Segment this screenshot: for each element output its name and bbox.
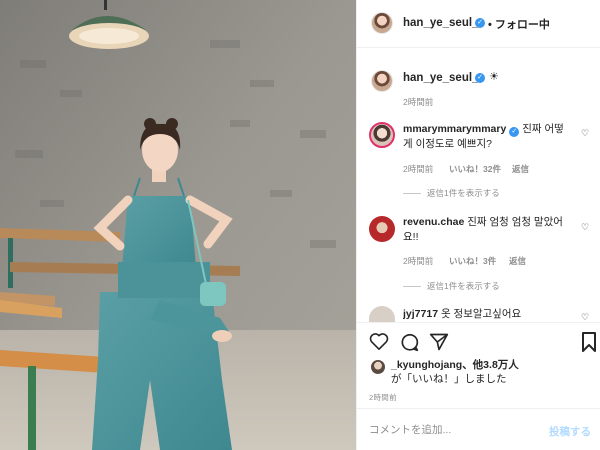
liker-username[interactable]: _kyunghojang xyxy=(391,359,462,371)
post-photo[interactable] xyxy=(0,0,356,450)
post-comment-button[interactable]: 投稿する xyxy=(549,424,591,439)
comment-like-count[interactable]: いいね！3件 xyxy=(449,255,496,267)
comment-input[interactable] xyxy=(369,421,549,439)
sun-emoji: ☀ xyxy=(489,71,499,83)
caption-username[interactable]: han_ye_seul_ xyxy=(403,72,478,84)
photo-illustration xyxy=(0,0,356,450)
post-header: han_ye_seul_ ✓ • フォロー中 xyxy=(357,0,600,48)
view-replies-link[interactable]: 返信1件を表示する xyxy=(403,187,500,199)
comment-text: mmarymmarymmary ✓ 진짜 어떻게 이정도로 예쁘지? xyxy=(403,122,573,152)
caption-time: 2時間前 xyxy=(403,97,434,107)
comment-username[interactable]: mmarymmarymmary xyxy=(403,123,506,135)
comment-text: jyj7717 옷 정보알고싶어요 xyxy=(403,307,573,322)
comment-icon[interactable] xyxy=(399,332,419,352)
share-icon[interactable] xyxy=(429,332,449,352)
likes-others-count[interactable]: 、他3.8万人 xyxy=(462,359,519,371)
action-bar-divider xyxy=(357,322,600,323)
comment-reply-button[interactable]: 返信 xyxy=(509,255,526,267)
post-side-panel: han_ye_seul_ ✓ • フォロー中 han_ye_seul_ ✓ ☀ … xyxy=(356,0,600,450)
liker-avatar[interactable] xyxy=(371,360,385,374)
heart-icon[interactable] xyxy=(369,332,389,350)
commenter-avatar[interactable] xyxy=(369,122,395,148)
commenter-avatar[interactable] xyxy=(369,216,395,242)
comment-like-heart-icon[interactable]: ♡ xyxy=(581,128,589,139)
comment-reply-button[interactable]: 返信 xyxy=(512,163,529,175)
comment-body: 옷 정보알고싶어요 xyxy=(438,308,522,320)
verified-badge-icon: ✓ xyxy=(509,127,520,137)
comment-username[interactable]: revenu.chae xyxy=(403,216,464,228)
author-avatar[interactable] xyxy=(371,12,393,34)
comment-like-heart-icon[interactable]: ♡ xyxy=(581,222,589,233)
likes-suffix: が「いいね！」しました xyxy=(391,373,507,385)
comment-text: revenu.chae 진짜 엄청 엄청 말았어요!! xyxy=(403,215,573,245)
commenter-avatar[interactable] xyxy=(369,306,395,322)
bookmark-icon[interactable] xyxy=(581,332,597,352)
post-timestamp[interactable]: 2時間前 xyxy=(369,392,397,403)
comment-username[interactable]: jyj7717 xyxy=(403,308,438,320)
view-replies-link[interactable]: 返信1件を表示する xyxy=(403,280,500,292)
author-username[interactable]: han_ye_seul_ xyxy=(403,17,478,29)
comment-time: 2時間前 xyxy=(403,164,434,174)
comment-like-heart-icon[interactable]: ♡ xyxy=(581,312,589,322)
verified-badge-icon: ✓ xyxy=(475,18,485,28)
verified-badge-icon: ✓ xyxy=(475,73,485,83)
comment-time: 2時間前 xyxy=(403,256,434,266)
follow-status-button[interactable]: • フォロー中 xyxy=(488,16,550,32)
likes-summary: _kyunghojang、他3.8万人 が「いいね！」しました xyxy=(391,358,591,386)
comment-like-count[interactable]: いいね！32件 xyxy=(449,163,501,175)
caption-author-avatar[interactable] xyxy=(371,70,393,92)
comment-box: 投稿する xyxy=(357,408,600,450)
